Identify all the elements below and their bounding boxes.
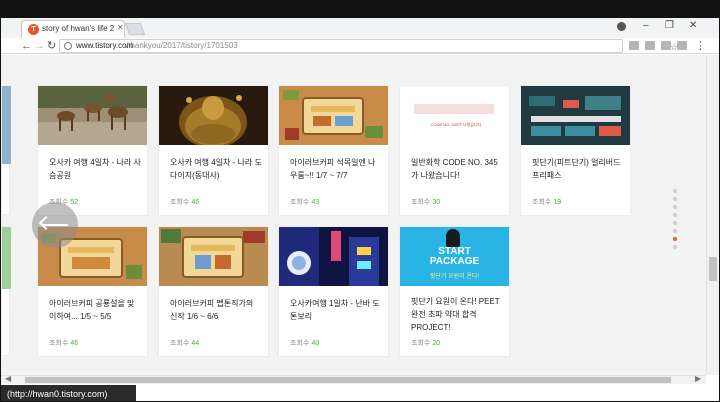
reload-icon[interactable]: ↻ bbox=[47, 39, 56, 53]
page-dot[interactable] bbox=[673, 245, 677, 249]
thumbnail-game bbox=[159, 227, 268, 286]
url-path: /thankyou/2017/tistory/1701503 bbox=[126, 41, 238, 50]
view-count: 조회수 20 bbox=[411, 340, 441, 347]
scroll-left-icon[interactable]: ◀ bbox=[5, 374, 11, 383]
maximize-icon[interactable]: ❐ bbox=[665, 20, 674, 31]
view-count: 조회수 30 bbox=[411, 199, 441, 206]
page-dot[interactable] bbox=[673, 221, 677, 225]
post-card[interactable]: 오사카여행 1일차 - 난바 도톤보리 조회수 40 bbox=[278, 226, 389, 357]
post-card[interactable]: CODE NO. 345가 나왔습니다 일반화학 CODE NO. 345가 나… bbox=[399, 85, 510, 216]
post-card[interactable]: 오사카 여행 4일차 - 나라 도다이지(동대사) 조회수 46 bbox=[158, 85, 269, 216]
tab-strip: T story of hwan's life 2017 ✕ – ❐ ✕ bbox=[1, 18, 719, 38]
post-card[interactable]: 아이러브커피 펩톤직가의 신작 1/6 ~ 6/6 조회수 44 bbox=[158, 226, 269, 357]
post-title[interactable]: 아이러브커피 석목일엔 나우룸~!! 1/7 ~ 7/7 bbox=[290, 156, 382, 182]
view-count: 조회수 43 bbox=[290, 199, 320, 206]
browser-window: T story of hwan's life 2017 ✕ – ❐ ✕ ← → … bbox=[0, 0, 720, 402]
page-dot-active[interactable] bbox=[673, 237, 677, 241]
post-title[interactable]: 일반화학 CODE NO. 345가 나왔습니다! bbox=[411, 156, 503, 182]
vertical-scroll-thumb[interactable] bbox=[709, 257, 717, 281]
thumbnail-game bbox=[279, 86, 388, 145]
page-dot[interactable] bbox=[673, 197, 677, 201]
page-dot[interactable] bbox=[673, 229, 677, 233]
post-card[interactable]: START PACKAGE 핏단기 요원이 온다! 핏단기 요원이 온다! PE… bbox=[399, 226, 510, 357]
view-count: 조회수 44 bbox=[170, 340, 200, 347]
profile-icon[interactable] bbox=[617, 22, 626, 31]
post-card[interactable]: 아이러브커피 석목일엔 나우룸~!! 1/7 ~ 7/7 조회수 43 bbox=[278, 85, 389, 216]
extension-icon[interactable] bbox=[677, 41, 687, 50]
partial-card-left[interactable] bbox=[1, 85, 11, 215]
close-window-icon[interactable]: ✕ bbox=[689, 20, 697, 31]
thumbnail-code: CODE NO. 345가 나왔습니다 bbox=[400, 86, 509, 145]
close-icon[interactable]: ✕ bbox=[117, 23, 124, 32]
thumbnail-start-package: START PACKAGE 핏단기 요원이 온다! bbox=[400, 227, 509, 286]
code-text: CODE NO. 345가 나왔습니다 bbox=[430, 122, 482, 127]
vertical-scrollbar[interactable] bbox=[706, 55, 719, 375]
page-dot[interactable] bbox=[673, 205, 677, 209]
thumbnail-buddha bbox=[159, 86, 268, 145]
page-dot[interactable] bbox=[673, 213, 677, 217]
view-count: 조회수 46 bbox=[49, 340, 79, 347]
post-card[interactable]: 오사카 여행 4일차 - 나라 사슴공원 조회수52 bbox=[37, 85, 148, 216]
page-dot[interactable] bbox=[673, 189, 677, 193]
post-title[interactable]: 핏단기(피트단기) 얼리버드 프리패스 bbox=[532, 156, 624, 182]
forward-icon[interactable]: → bbox=[34, 39, 45, 53]
post-card[interactable]: 핏단기(피트단기) 얼리버드 프리패스 조회수 19 bbox=[520, 85, 631, 216]
thumbnail-peet bbox=[521, 86, 630, 145]
address-bar[interactable]: www.tistory.com /thankyou/2017/tistory/1… bbox=[59, 39, 678, 53]
post-title[interactable]: 아이러브커피 펩톤직가의 신작 1/6 ~ 6/6 bbox=[170, 297, 262, 323]
horizontal-scroll-thumb[interactable] bbox=[25, 377, 671, 383]
view-count: 조회수 19 bbox=[532, 199, 562, 206]
url-host: www.tistory.com bbox=[76, 41, 134, 50]
view-count: 조회수 40 bbox=[290, 340, 320, 347]
tab-title: story of hwan's life 2017 bbox=[42, 24, 114, 33]
start-package-subtitle: 핏단기 요원이 온다! bbox=[429, 274, 480, 280]
back-icon[interactable]: ← bbox=[21, 39, 32, 53]
post-title[interactable]: 핏단기 요원이 온다! PEET 완전 초파 약대 합격 PROJECT! bbox=[411, 295, 503, 334]
thumbnail-night bbox=[279, 227, 388, 286]
partial-card-left[interactable] bbox=[1, 226, 11, 356]
horizontal-scrollbar[interactable]: ◀ ▶ bbox=[1, 374, 706, 384]
arrow-left-head bbox=[38, 215, 54, 231]
menu-icon[interactable]: ⋮ bbox=[695, 39, 706, 52]
browser-toolbar: ← → ↻ www.tistory.com /thankyou/2017/tis… bbox=[1, 38, 719, 54]
post-title[interactable]: 아이러브커피 공룡설을 맞이하여... 1/5 ~ 5/5 bbox=[49, 297, 141, 323]
post-title[interactable]: 오사카여행 1일차 - 난바 도톤보리 bbox=[290, 297, 382, 323]
extension-icon[interactable] bbox=[629, 41, 639, 50]
new-tab-button[interactable] bbox=[124, 23, 146, 35]
view-count: 조회수 46 bbox=[170, 199, 200, 206]
extension-icon[interactable] bbox=[661, 41, 671, 50]
post-title[interactable]: 오사카 여행 4일차 - 나라 도다이지(동대사) bbox=[170, 156, 262, 182]
browser-tab[interactable]: T story of hwan's life 2017 ✕ bbox=[21, 20, 125, 38]
scroll-right-icon[interactable]: ▶ bbox=[695, 374, 701, 383]
page-indicator bbox=[673, 189, 678, 253]
page-info-icon[interactable] bbox=[64, 42, 72, 50]
post-title[interactable]: 오사카 여행 4일차 - 나라 사슴공원 bbox=[49, 156, 141, 182]
prev-arrow-button[interactable] bbox=[32, 202, 78, 248]
minimize-icon[interactable]: – bbox=[643, 20, 649, 31]
thumbnail-deer bbox=[38, 86, 147, 145]
status-url: (http://hwan0.tistory.com) bbox=[1, 385, 136, 401]
extension-icon[interactable] bbox=[645, 41, 655, 50]
page-content: 오사카 여행 4일차 - 나라 사슴공원 조회수52 오사카 여행 4일차 - … bbox=[1, 55, 706, 375]
package-text: PACKAGE bbox=[429, 256, 480, 267]
title-bar bbox=[1, 1, 719, 18]
tistory-favicon-icon: T bbox=[28, 24, 39, 35]
